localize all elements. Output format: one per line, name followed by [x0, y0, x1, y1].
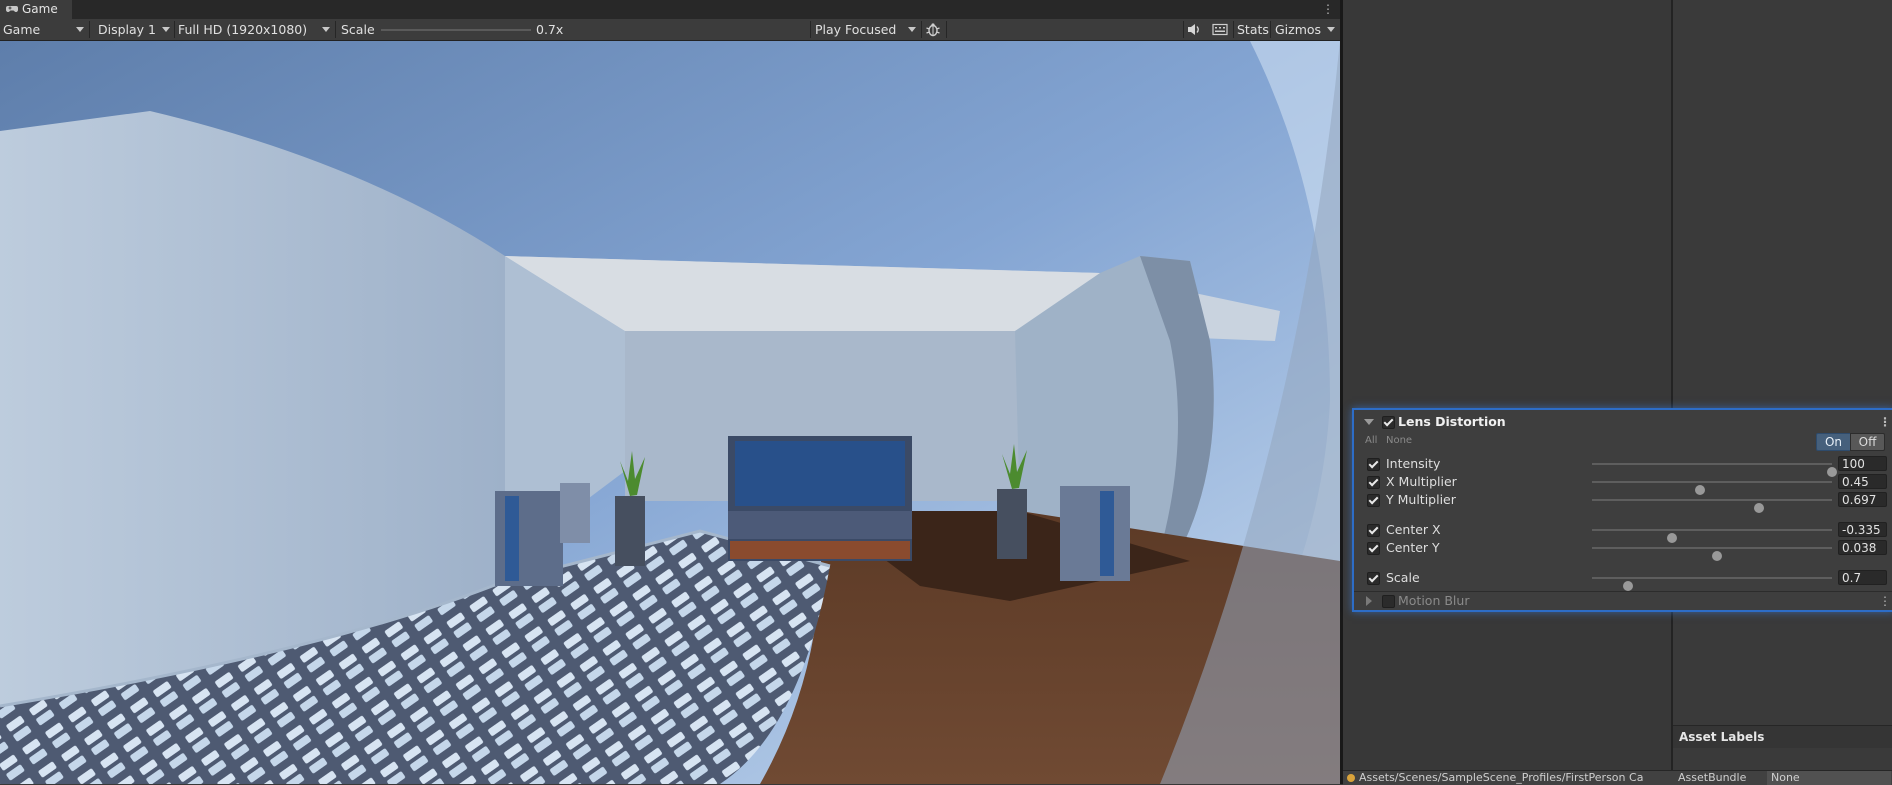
game-tab-bar: [0, 0, 1340, 19]
kebab-menu-icon[interactable]: ⋮: [1879, 594, 1891, 608]
divider: [174, 21, 175, 38]
param-slider[interactable]: [1592, 577, 1832, 591]
override-title: Motion Blur: [1398, 593, 1470, 608]
kebab-menu-icon[interactable]: ⋮: [1879, 415, 1891, 429]
param-value-field[interactable]: 0.45: [1838, 474, 1887, 489]
all-toggle[interactable]: All: [1365, 432, 1377, 450]
play-mode-dropdown[interactable]: Play Focused: [815, 19, 896, 40]
all-none-row: All None: [1354, 432, 1892, 450]
param-label: Y Multiplier: [1386, 492, 1456, 507]
param-value-field[interactable]: 0.697: [1838, 492, 1887, 507]
param-center-x: Center X -0.335: [1354, 521, 1892, 543]
off-button[interactable]: Off: [1850, 433, 1885, 451]
param-label: X Multiplier: [1386, 474, 1457, 489]
param-slider[interactable]: [1592, 463, 1837, 477]
display-dropdown[interactable]: Display 1: [98, 19, 156, 40]
asset-panel: [1673, 0, 1892, 784]
game-toolbar: Game Display 1 Full HD (1920x1080) Scale…: [0, 19, 1340, 41]
bug-icon[interactable]: [925, 22, 941, 37]
param-slider[interactable]: [1592, 547, 1832, 561]
motion-blur-enable-checkbox[interactable]: [1382, 595, 1395, 608]
gizmos-button[interactable]: Gizmos: [1275, 19, 1321, 40]
param-slider[interactable]: [1592, 529, 1832, 543]
scale-label: Scale: [341, 22, 375, 37]
scene-render: [0, 41, 1340, 784]
override-checkbox[interactable]: [1367, 476, 1380, 489]
divider: [1233, 21, 1234, 38]
param-scale: Scale 0.7: [1354, 569, 1892, 591]
divider: [89, 21, 90, 38]
chevron-right-icon[interactable]: [1366, 596, 1372, 606]
chevron-down-icon[interactable]: [1326, 19, 1336, 40]
param-slider[interactable]: [1592, 499, 1832, 513]
override-checkbox[interactable]: [1367, 494, 1380, 507]
override-checkbox[interactable]: [1367, 572, 1380, 585]
stats-button[interactable]: Stats: [1237, 19, 1269, 40]
override-checkbox[interactable]: [1367, 542, 1380, 555]
divider: [810, 21, 811, 38]
bottom-bar: Assets/Scenes/SampleScene_Profiles/First…: [1343, 770, 1892, 785]
scale-slider[interactable]: [381, 29, 531, 31]
scale-value: 0.7x: [536, 22, 564, 37]
param-value-field[interactable]: -0.335: [1838, 522, 1887, 537]
param-y-multiplier: Y Multiplier 0.697: [1354, 491, 1892, 513]
asset-labels-header[interactable]: Asset Labels: [1673, 725, 1892, 748]
gamepad-icon: [6, 6, 18, 12]
divider: [1183, 21, 1184, 38]
speaker-icon[interactable]: [1186, 22, 1202, 37]
slider-thumb[interactable]: [1711, 551, 1722, 561]
none-toggle[interactable]: None: [1386, 432, 1412, 450]
chevron-down-icon: [75, 19, 85, 40]
divider: [335, 21, 336, 38]
override-checkbox[interactable]: [1367, 458, 1380, 471]
chevron-down-icon: [907, 19, 917, 40]
slider-thumb[interactable]: [1623, 581, 1633, 591]
keyboard-icon[interactable]: [1212, 23, 1228, 36]
asset-icon: [1347, 774, 1355, 782]
game-mode-dropdown[interactable]: Game: [3, 19, 40, 40]
override-checkbox[interactable]: [1367, 524, 1380, 537]
divider: [921, 21, 922, 38]
assetbundle-dropdown[interactable]: None: [1767, 771, 1891, 785]
param-intensity: Intensity 100: [1354, 455, 1892, 477]
tab-game[interactable]: Game: [0, 0, 72, 19]
resolution-dropdown[interactable]: Full HD (1920x1080): [178, 19, 307, 40]
param-x-multiplier: X Multiplier 0.45: [1354, 473, 1892, 495]
asset-labels-title: Asset Labels: [1679, 730, 1765, 744]
lens-distortion-enable-checkbox[interactable]: [1382, 416, 1395, 429]
on-button[interactable]: On: [1816, 433, 1851, 451]
lens-distortion-panel: Lens Distortion ⋮ All None On Off Intens…: [1354, 410, 1892, 610]
param-slider[interactable]: [1592, 481, 1832, 495]
override-header[interactable]: Lens Distortion ⋮: [1354, 413, 1892, 431]
param-value-field[interactable]: 100: [1838, 456, 1887, 471]
override-motion-blur[interactable]: Motion Blur ⋮: [1354, 591, 1892, 610]
tab-game-label: Game: [22, 2, 58, 16]
param-label: Intensity: [1386, 456, 1441, 471]
kebab-menu-icon[interactable]: ⋮: [1322, 2, 1334, 16]
game-view[interactable]: [0, 41, 1340, 784]
param-label: Center Y: [1386, 540, 1440, 555]
slider-thumb[interactable]: [1754, 503, 1765, 513]
override-title: Lens Distortion: [1398, 414, 1506, 429]
divider: [1270, 21, 1271, 38]
param-center-y: Center Y 0.038: [1354, 539, 1892, 561]
param-label: Scale: [1386, 570, 1420, 585]
param-label: Center X: [1386, 522, 1441, 537]
chevron-down-icon: [161, 19, 171, 40]
divider: [946, 21, 947, 38]
asset-path: Assets/Scenes/SampleScene_Profiles/First…: [1359, 771, 1644, 784]
assetbundle-label: AssetBundle: [1678, 771, 1747, 784]
param-value-field[interactable]: 0.7: [1838, 570, 1887, 585]
chevron-down-icon: [321, 19, 331, 40]
inspector-panel: [1343, 0, 1671, 784]
chevron-down-icon[interactable]: [1364, 419, 1374, 425]
param-value-field[interactable]: 0.038: [1838, 540, 1887, 555]
